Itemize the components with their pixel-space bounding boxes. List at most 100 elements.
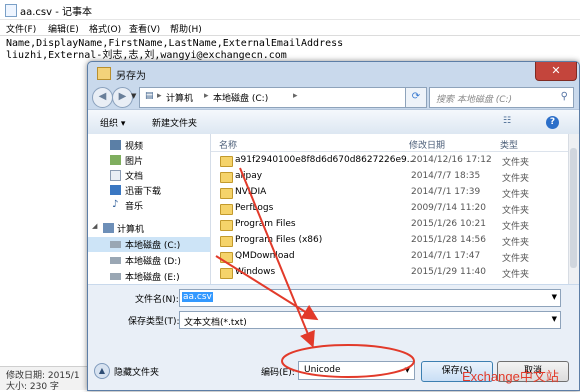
file-type: 文件夹 xyxy=(502,270,530,280)
video-icon xyxy=(110,140,121,150)
hide-folders-label[interactable]: 隐藏文件夹 xyxy=(114,365,159,378)
sidebar-item-label: 本地磁盘 (E:) xyxy=(125,273,180,281)
sidebar-item-videos[interactable]: 视频 xyxy=(88,138,210,153)
file-type: 文件夹 xyxy=(502,238,530,248)
sidebar-item-label: 本地磁盘 (D:) xyxy=(125,257,181,267)
vertical-scrollbar[interactable] xyxy=(568,134,579,284)
file-name: a91f2940100e8f8d6d670d8627226e9... xyxy=(235,155,416,165)
encoding-value: Unicode xyxy=(304,365,341,375)
menu-file[interactable]: 文件(F) xyxy=(6,22,36,35)
file-type: 文件夹 xyxy=(502,222,530,232)
folder-icon xyxy=(220,220,233,231)
hide-folders-button[interactable]: ▲ xyxy=(94,363,110,379)
drive-icon xyxy=(110,273,121,280)
table-row[interactable]: Program Files 2015/1/26 10:21 文件夹 xyxy=(211,218,568,233)
organize-button[interactable]: 组织 ▾ xyxy=(100,116,125,129)
folder-icon xyxy=(220,268,233,279)
dialog-title: 另存为 xyxy=(116,71,146,82)
search-placeholder: 搜索 本地磁盘 (C:) xyxy=(436,95,513,105)
documents-icon xyxy=(110,170,121,181)
back-button[interactable]: ◀ xyxy=(92,87,113,108)
sidebar-item-label: 计算机 xyxy=(117,225,145,235)
filetype-value: 文本文档(*.txt) xyxy=(184,318,247,328)
menu-view[interactable]: 查看(V) xyxy=(129,22,160,35)
new-folder-button[interactable]: 新建文件夹 xyxy=(152,116,197,129)
navigation-pane: 视频 图片 文档 迅雷下载 ♪ 音乐 ◢ 计算机 本地磁盘 (C:) 本地磁盘 … xyxy=(88,134,211,284)
chevron-down-icon: ▼ xyxy=(404,366,410,374)
file-name: Windows xyxy=(235,267,276,277)
sidebar-item-label: 音乐 xyxy=(125,202,144,212)
refresh-button[interactable]: ⟳ xyxy=(405,87,427,108)
scrollbar-thumb[interactable] xyxy=(570,148,577,268)
view-options-icon[interactable]: ☷ xyxy=(503,116,517,130)
chevron-down-icon[interactable]: ▼ xyxy=(131,92,136,100)
file-type: 文件夹 xyxy=(502,174,530,184)
menu-help[interactable]: 帮助(H) xyxy=(170,22,202,35)
file-type: 文件夹 xyxy=(502,254,530,264)
sidebar-item-documents[interactable]: 文档 xyxy=(88,168,210,183)
text-line: Name,DisplayName,FirstName,LastName,Exte… xyxy=(6,38,344,49)
sidebar-item-label: 图片 xyxy=(125,157,144,167)
notepad-text-area[interactable]: Name,DisplayName,FirstName,LastName,Exte… xyxy=(6,38,343,62)
table-row[interactable]: Windows 2015/1/29 11:40 文件夹 xyxy=(211,266,568,282)
dialog-toolbar: 组织 ▾ 新建文件夹 ☷ ? xyxy=(88,109,579,135)
folder-icon xyxy=(220,156,233,167)
help-icon[interactable]: ? xyxy=(546,116,559,129)
column-header-type[interactable]: 类型 xyxy=(500,138,518,151)
computer-icon xyxy=(103,223,114,233)
file-date: 2009/7/14 11:20 xyxy=(411,203,486,213)
table-row[interactable]: a91f2940100e8f8d6d670d8627226e9... 2014/… xyxy=(211,154,568,169)
watermark-text: Exchange中文站 xyxy=(462,369,559,384)
file-list: 名称 修改日期 类型 a91f2940100e8f8d6d670d8627226… xyxy=(211,134,568,284)
file-list-header: 名称 修改日期 类型 xyxy=(211,134,568,152)
forward-button[interactable]: ▶ xyxy=(112,87,133,108)
chevron-right-icon: ▸ xyxy=(293,91,298,101)
file-date: 2015/1/29 11:40 xyxy=(411,267,486,277)
close-button[interactable]: ✕ xyxy=(535,62,577,81)
table-row[interactable]: PerfLogs 2009/7/14 11:20 文件夹 xyxy=(211,202,568,217)
file-date: 2014/7/1 17:47 xyxy=(411,251,481,261)
sidebar-item-label: 视频 xyxy=(125,142,144,152)
table-row[interactable]: NVIDIA 2014/7/1 17:39 文件夹 xyxy=(211,186,568,201)
address-bar[interactable]: ▤ ▸ 计算机 ▸ 本地磁盘 (C:) ▸ xyxy=(139,87,415,108)
notepad-menubar: 文件(F) 编辑(E) 格式(O) 查看(V) 帮助(H) xyxy=(0,20,580,36)
sidebar-item-drive-c[interactable]: 本地磁盘 (C:) xyxy=(88,237,210,252)
chevron-right-icon: ▸ xyxy=(204,91,209,101)
column-header-name[interactable]: 名称 xyxy=(219,138,237,151)
table-row[interactable]: alipay 2014/7/7 18:35 文件夹 xyxy=(211,170,568,185)
notepad-icon xyxy=(5,4,17,17)
download-icon xyxy=(110,185,121,195)
sidebar-item-drive-d[interactable]: 本地磁盘 (D:) xyxy=(88,253,210,268)
chevron-down-icon[interactable]: ▼ xyxy=(552,293,557,301)
sidebar-item-computer[interactable]: ◢ 计算机 xyxy=(88,221,210,236)
menu-edit[interactable]: 编辑(E) xyxy=(48,22,79,35)
expand-icon[interactable]: ◢ xyxy=(92,222,97,230)
folder-icon xyxy=(220,252,233,263)
file-date: 2014/7/1 17:39 xyxy=(411,187,481,197)
arrow-right-icon: ▶ xyxy=(118,91,127,102)
folder-icon xyxy=(220,172,233,183)
file-date: 2014/12/16 17:12 xyxy=(411,155,492,165)
sidebar-item-pictures[interactable]: 图片 xyxy=(88,153,210,168)
filetype-select[interactable]: 文本文档(*.txt) ▼ xyxy=(179,311,561,329)
filename-field[interactable]: aa.csv ▼ xyxy=(179,289,561,307)
chevron-down-icon: ▼ xyxy=(551,315,557,323)
sidebar-item-xunlei-download[interactable]: 迅雷下载 xyxy=(88,183,210,198)
encoding-label: 编码(E): xyxy=(261,368,295,378)
sidebar-item-label: 迅雷下载 xyxy=(125,187,162,197)
sidebar-item-drive-e[interactable]: 本地磁盘 (E:) xyxy=(88,269,210,281)
folder-icon xyxy=(220,204,233,215)
file-date: 2014/7/7 18:35 xyxy=(411,171,481,181)
column-header-date[interactable]: 修改日期 xyxy=(409,138,445,151)
breadcrumb-drive-c[interactable]: 本地磁盘 (C:) xyxy=(213,91,268,104)
status-size: 大小: 230 字 xyxy=(6,382,59,392)
table-row[interactable]: Program Files (x86) 2015/1/28 14:56 文件夹 xyxy=(211,234,568,249)
menu-format[interactable]: 格式(O) xyxy=(89,22,121,35)
table-row[interactable]: QMDownload 2014/7/1 17:47 文件夹 xyxy=(211,250,568,265)
encoding-select[interactable]: Unicode ▼ xyxy=(298,361,415,380)
computer-icon: ▤ xyxy=(145,91,154,101)
breadcrumb-computer[interactable]: 计算机 xyxy=(166,91,193,104)
sidebar-item-music[interactable]: ♪ 音乐 xyxy=(88,198,210,213)
file-name: PerfLogs xyxy=(235,203,274,213)
search-input[interactable]: 搜索 本地磁盘 (C:) ⚲ xyxy=(429,87,574,108)
